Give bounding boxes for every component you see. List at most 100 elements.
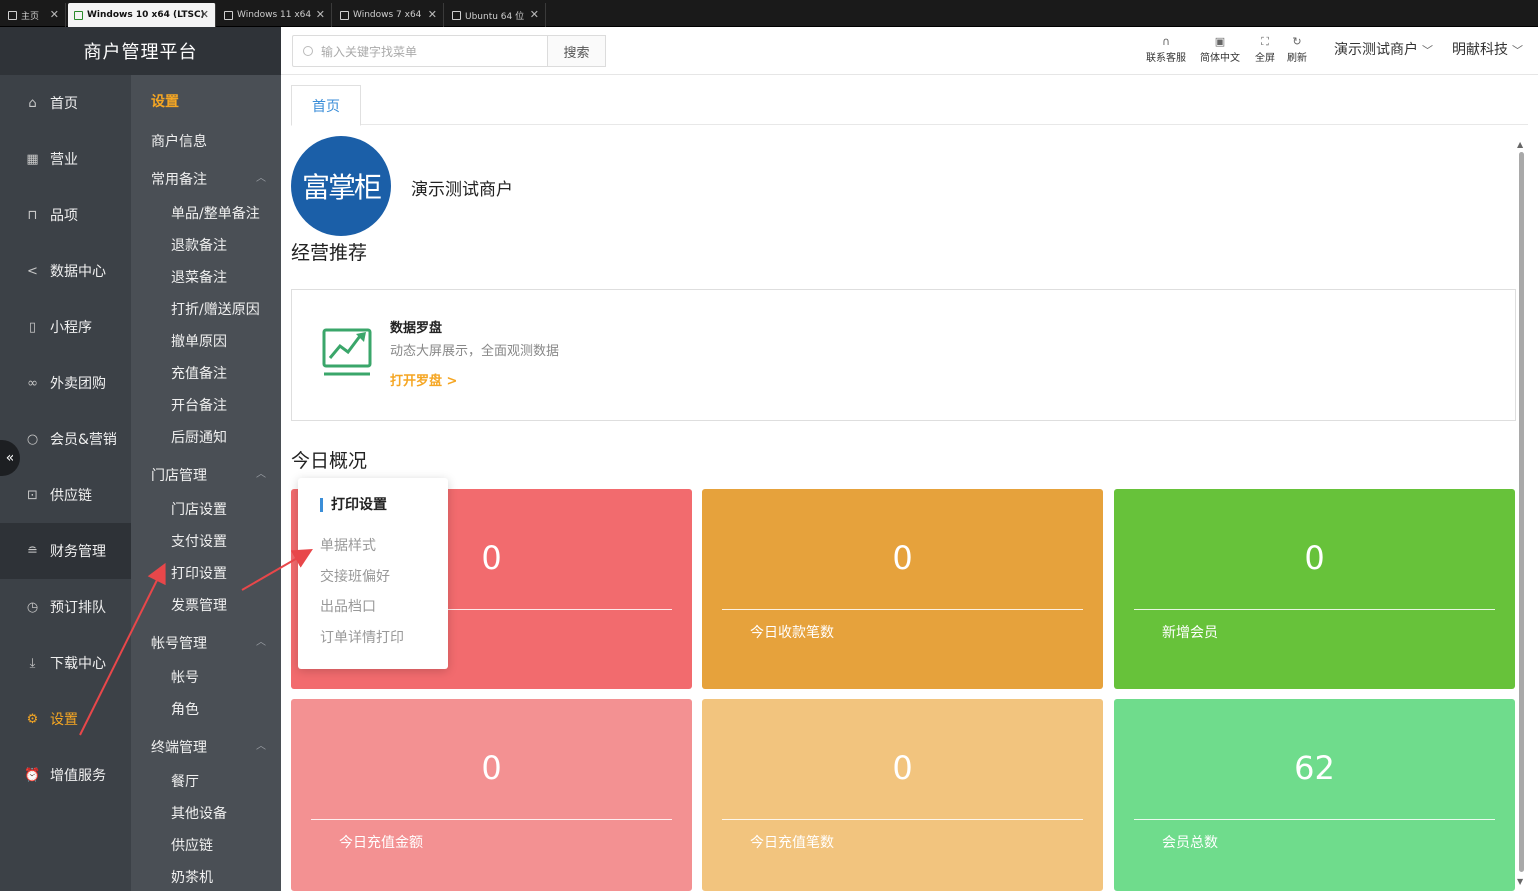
- nav-item-download[interactable]: ⤓ 下载中心: [0, 635, 131, 691]
- subnav-item[interactable]: 发票管理: [171, 595, 227, 615]
- chevron-up-icon: ︿: [256, 741, 266, 752]
- close-icon[interactable]: ✕: [200, 8, 209, 21]
- subnav-item[interactable]: 后厨通知: [171, 427, 227, 447]
- fullscreen-icon: ⛶: [1261, 35, 1269, 48]
- open-compass-link[interactable]: 打开罗盘 >: [390, 370, 457, 389]
- subnav-group-remarks[interactable]: 常用备注 ︿: [151, 169, 266, 189]
- merchant-dropdown[interactable]: 演示测试商户 ﹀: [1334, 39, 1433, 59]
- search-button[interactable]: 搜索: [547, 35, 606, 67]
- translate-icon: ▣: [1214, 35, 1226, 48]
- nav-item-business[interactable]: ▦ 营业: [0, 131, 131, 187]
- chevron-up-icon: ︿: [256, 469, 266, 480]
- subnav-group-label: 门店管理: [151, 468, 207, 484]
- stat-label: 今日收款笔数: [750, 625, 834, 641]
- trend-chart-icon: [322, 328, 372, 376]
- popup-item[interactable]: 出品档口: [320, 596, 376, 616]
- subnav-item[interactable]: 打折/赠送原因: [171, 299, 260, 319]
- scrollbar-thumb[interactable]: [1519, 152, 1524, 872]
- subnav-group-label: 终端管理: [151, 740, 207, 756]
- download-icon: ⤓: [29, 655, 36, 671]
- subnav-item[interactable]: 充值备注: [171, 363, 227, 383]
- stat-label: 会员总数: [1162, 835, 1218, 851]
- subnav-item[interactable]: 角色: [171, 699, 199, 719]
- nav-item-supply-chain[interactable]: ⊡ 供应链: [0, 467, 131, 523]
- subnav-item[interactable]: 单品/整单备注: [171, 203, 260, 223]
- recommend-title: 经营推荐: [291, 242, 368, 264]
- nav-item-settings[interactable]: ⚙ 设置: [0, 691, 131, 747]
- subnav-group-store[interactable]: 门店管理 ︿: [151, 465, 266, 485]
- vm-tab-label: Windows 7 x64: [353, 10, 422, 20]
- vm-tab-bar: 主页 ✕ Windows 10 x64 (LTSC) ✕ Windows 11 …: [0, 0, 1538, 27]
- headset-icon: ∩: [1161, 35, 1171, 48]
- popup-item[interactable]: 订单详情打印: [320, 627, 404, 647]
- close-icon[interactable]: ✕: [428, 8, 437, 21]
- clock-icon: ◷: [26, 599, 39, 615]
- stat-label: 新增会员: [1162, 625, 1218, 641]
- vertical-scrollbar[interactable]: ▲ ▼: [1517, 140, 1525, 886]
- search-placeholder: 输入关键字找菜单: [321, 44, 418, 59]
- nav-item-label: 小程序: [50, 320, 92, 336]
- subnav-item-print-settings[interactable]: 打印设置: [171, 563, 227, 583]
- subnav-item[interactable]: 撤单原因: [171, 331, 227, 351]
- popup-item[interactable]: 交接班偏好: [320, 566, 390, 586]
- scroll-up-icon[interactable]: ▲: [1517, 140, 1523, 149]
- double-chevron-left-icon: «: [5, 450, 15, 466]
- vm-tab-win11[interactable]: Windows 11 x64 ✕: [218, 3, 332, 27]
- chevron-up-icon: ︿: [256, 173, 266, 184]
- search-input[interactable]: 输入关键字找菜单: [292, 35, 548, 67]
- subnav-item[interactable]: 退款备注: [171, 235, 227, 255]
- share-icon: <: [27, 263, 38, 279]
- subnav-merchant-info[interactable]: 商户信息: [151, 131, 266, 151]
- nav-item-label: 首页: [50, 96, 78, 112]
- nav-item-value-added[interactable]: ⏰ 增值服务: [0, 747, 131, 803]
- truck-icon: ⊡: [27, 487, 38, 503]
- subnav-item[interactable]: 帐号: [171, 667, 199, 687]
- contact-support-button[interactable]: ∩ 联系客服: [1146, 35, 1186, 64]
- calendar-icon: ▦: [26, 151, 39, 167]
- company-dropdown[interactable]: 明献科技 ﹀: [1452, 39, 1523, 59]
- nav-item-data-center[interactable]: < 数据中心: [0, 243, 131, 299]
- subnav-item[interactable]: 退菜备注: [171, 267, 227, 287]
- main-content: 首页 富掌柜 演示测试商户 经营推荐 数据罗盘 动态大屏展示，全面观测数据 打开…: [281, 75, 1538, 891]
- tab-home[interactable]: 首页: [291, 85, 361, 126]
- nav-item-mini-program[interactable]: ▯ 小程序: [0, 299, 131, 355]
- fullscreen-button[interactable]: ⛶ 全屏: [1255, 35, 1275, 64]
- nav-item-reservation[interactable]: ◷ 预订排队: [0, 579, 131, 635]
- data-compass-card: 数据罗盘 动态大屏展示，全面观测数据 打开罗盘 >: [291, 289, 1516, 421]
- subnav-item[interactable]: 支付设置: [171, 531, 227, 551]
- vm-tab-ubuntu[interactable]: Ubuntu 64 位 ✕: [446, 3, 546, 27]
- vm-tab-win7[interactable]: Windows 7 x64 ✕: [334, 3, 444, 27]
- nav-item-home[interactable]: ⌂ 首页: [0, 75, 131, 131]
- subnav-item[interactable]: 开台备注: [171, 395, 227, 415]
- stat-divider: [722, 609, 1083, 610]
- compass-description: 动态大屏展示，全面观测数据: [390, 344, 560, 359]
- subnav-group-accounts[interactable]: 帐号管理 ︿: [151, 633, 266, 653]
- subnav-item[interactable]: 门店设置: [171, 499, 227, 519]
- search-icon: [303, 46, 313, 56]
- vm-tab-home[interactable]: 主页 ✕: [2, 3, 66, 27]
- nav-item-products[interactable]: ⊓ 品项: [0, 187, 131, 243]
- subnav-group-terminals[interactable]: 终端管理 ︿: [151, 737, 266, 757]
- refresh-icon: ↻: [1292, 35, 1302, 48]
- nav-item-delivery[interactable]: ∞ 外卖团购: [0, 355, 131, 411]
- subnav-item[interactable]: 供应链: [171, 835, 213, 855]
- primary-nav: ⌂ 首页 ▦ 营业 ⊓ 品项 < 数据中心 ▯ 小程序 ∞ 外卖团购 ○ 会员&营销 ⊡ 供应链…: [0, 75, 131, 803]
- popup-item[interactable]: 单据样式: [320, 535, 376, 555]
- home-icon: ⌂: [28, 95, 37, 111]
- nav-item-finance[interactable]: ≘ 财务管理: [0, 523, 131, 579]
- scroll-down-icon[interactable]: ▼: [1517, 877, 1523, 886]
- subnav-item[interactable]: 其他设备: [171, 803, 227, 823]
- nav-item-label: 营业: [50, 152, 78, 168]
- subnav-item[interactable]: 奶茶机: [171, 867, 213, 887]
- close-icon[interactable]: ✕: [530, 8, 539, 21]
- top-header: 输入关键字找菜单 搜索 ∩ 联系客服 ▣ 简体中文 ⛶ 全屏 ↻ 刷新 演示测试…: [281, 27, 1538, 75]
- tool-label: 全屏: [1255, 53, 1275, 64]
- subnav-item[interactable]: 餐厅: [171, 771, 199, 791]
- refresh-button[interactable]: ↻ 刷新: [1287, 35, 1307, 64]
- subnav-group-label: 常用备注: [151, 172, 207, 188]
- vm-tab-win10[interactable]: Windows 10 x64 (LTSC) ✕: [68, 3, 216, 27]
- nav-item-label: 预订排队: [50, 600, 106, 616]
- language-button[interactable]: ▣ 简体中文: [1200, 35, 1240, 64]
- close-icon[interactable]: ✕: [50, 8, 59, 21]
- close-icon[interactable]: ✕: [316, 8, 325, 21]
